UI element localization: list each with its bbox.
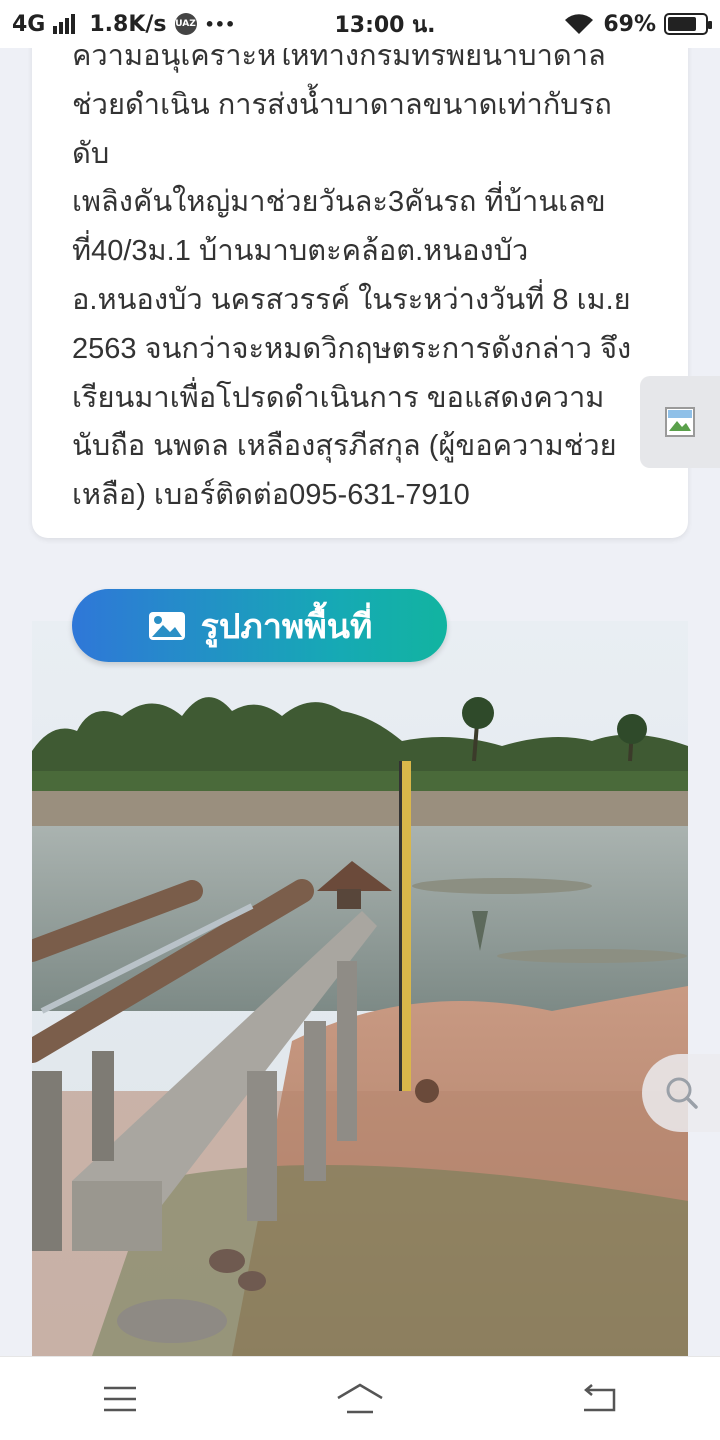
- request-line: อ.หนองบัว นครสวรรค์ ในระหว่างวันที่ 8 เม…: [72, 283, 631, 316]
- status-left: 4G 1.8K/s UAZ •••: [12, 12, 272, 37]
- more-notifications: •••: [204, 14, 236, 34]
- back-icon: [584, 1383, 616, 1411]
- section-header-pill: รูปภาพพื้นที่: [72, 589, 447, 662]
- network-type: 4G: [12, 11, 46, 37]
- battery-icon: [664, 13, 712, 35]
- back-button[interactable]: [550, 1369, 650, 1429]
- bottom-navigation: [0, 1356, 720, 1440]
- section-title: รูปภาพพื้นที่: [200, 606, 373, 647]
- wifi-icon: [565, 14, 594, 34]
- signal-icon: [53, 14, 76, 34]
- request-line: นับถือ นพดล เหลืองสุรภีสกุล (ผู้ขอความช่…: [72, 430, 617, 463]
- request-line: เหลือ) เบอร์ติดต่อ095-631-7910: [72, 479, 470, 512]
- status-bar: 4G 1.8K/s UAZ ••• 13:00 น. 69%: [0, 0, 720, 48]
- request-line: ที่40/3ม.1 บ้านมาบตะคล้อต.หนองบัว: [72, 235, 529, 268]
- battery-fill: [668, 17, 696, 31]
- home-icon: [337, 1383, 383, 1413]
- request-card: ความอนุเคราะห์ให้ทางกรมทรัพย์น้ำบาดาล ช่ว…: [32, 0, 688, 538]
- area-photo: [32, 621, 688, 1356]
- broken-image-icon: [665, 407, 695, 437]
- battery-percent: 69%: [603, 11, 656, 37]
- uaz-badge: UAZ: [174, 13, 197, 35]
- request-line: เรียนมาเพื่อโปรดดำเนินการ ขอแสดงความ: [72, 381, 605, 414]
- home-button[interactable]: [310, 1369, 410, 1429]
- request-line: เพลิงคันใหญ่มาช่วยวันละ3คันรถ ที่บ้านเลข: [72, 186, 606, 219]
- floating-search-button[interactable]: [642, 1054, 720, 1132]
- status-right: 69%: [538, 11, 712, 37]
- image-icon: [148, 611, 185, 640]
- search-icon: [666, 1077, 698, 1109]
- status-time: 13:00 น.: [334, 12, 436, 38]
- request-line: ช่วยดำเนิน การส่งน้ำบาดาลขนาดเท่ากับรถดั…: [72, 88, 612, 170]
- menu-button[interactable]: [70, 1369, 170, 1429]
- request-text: ความอนุเคราะห์ให้ทางกรมทรัพย์น้ำบาดาล ช่ว…: [72, 32, 648, 520]
- side-image-tab[interactable]: [640, 376, 720, 468]
- request-line: 2563 จนกว่าจะหมดวิกฤษตระการดังกล่าว จึง: [72, 332, 632, 365]
- menu-icon: [104, 1386, 136, 1411]
- network-speed: 1.8K/s: [89, 11, 167, 37]
